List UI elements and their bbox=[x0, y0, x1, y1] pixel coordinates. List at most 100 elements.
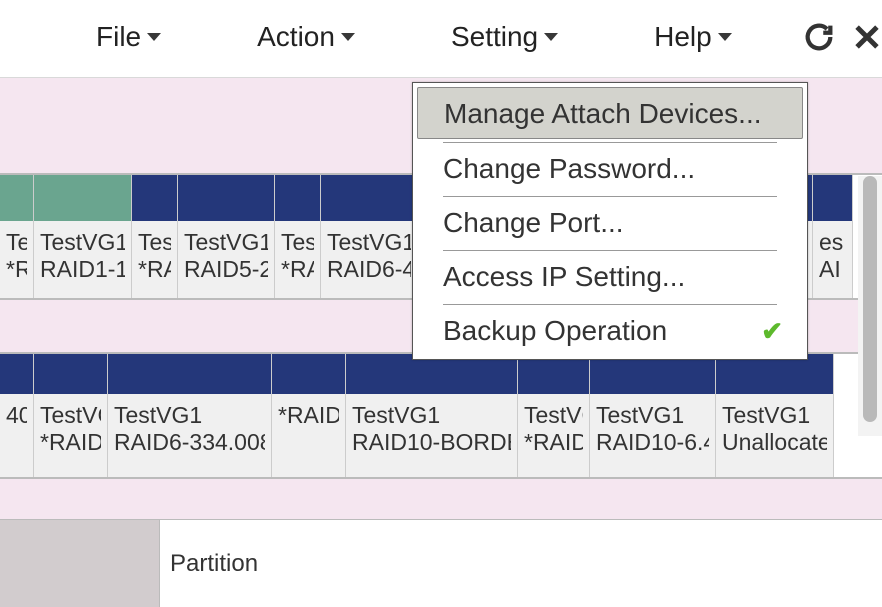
caret-down-icon bbox=[147, 33, 161, 41]
partition-header-label: Partition bbox=[160, 520, 882, 607]
volume-card[interactable]: Tes*RAI bbox=[132, 175, 178, 298]
volume-card-bar bbox=[590, 354, 715, 394]
dropdown-item[interactable]: Access IP Setting... bbox=[417, 251, 803, 301]
menu-file[interactable]: File bbox=[74, 21, 183, 53]
volume-card-bar bbox=[518, 354, 589, 394]
volume-card[interactable]: Tes*RAI bbox=[275, 175, 321, 298]
dropdown-item-label: Backup Operation bbox=[443, 315, 667, 347]
volume-card-labels: TestVG1RAID6-334.008 bbox=[108, 394, 271, 477]
volume-card-labels: TestVG*RAID bbox=[34, 394, 107, 477]
scrollbar-thumb[interactable] bbox=[863, 176, 877, 422]
volume-card[interactable]: TestVG1RAID1-10 bbox=[34, 175, 132, 298]
volume-card-subtitle: RAID5-2 bbox=[184, 256, 268, 283]
volume-card-labels: TestVG1RAID6-4 bbox=[321, 221, 417, 298]
volume-card[interactable]: TestVG1*RAID bbox=[518, 354, 590, 477]
volume-card[interactable]: TestVG1RAID10-6.44 bbox=[590, 354, 716, 477]
volume-card[interactable]: TestVG*RAID bbox=[34, 354, 108, 477]
dropdown-item-label: Change Port... bbox=[443, 207, 624, 239]
volume-card-bar bbox=[716, 354, 833, 394]
volume-card-title: TestVG1 bbox=[114, 402, 265, 429]
menu-setting-label: Setting bbox=[451, 21, 538, 53]
volume-card[interactable]: Test*RAI bbox=[0, 175, 34, 298]
volume-card[interactable]: esAI bbox=[813, 175, 853, 298]
volume-card-subtitle: RAID10-BORDER bbox=[352, 429, 511, 456]
volume-card-labels: TestVG1RAID10-6.44 bbox=[590, 394, 715, 477]
volume-card-labels: TestVG1Unallocate bbox=[716, 394, 833, 477]
menu-setting[interactable]: Setting bbox=[429, 21, 580, 53]
volume-card[interactable]: TestVG1RAID6-334.008 bbox=[108, 354, 272, 477]
toolbar-icons bbox=[802, 20, 882, 54]
dropdown-item[interactable]: Change Password... bbox=[417, 143, 803, 193]
volume-card-subtitle: 40.00 bbox=[6, 402, 27, 429]
volume-card-labels: Tes*RAI bbox=[132, 221, 177, 298]
volume-row-2: 40.00TestVG*RAIDTestVG1RAID6-334.008*RAI… bbox=[0, 352, 882, 479]
volume-card-bar bbox=[178, 175, 274, 221]
volume-card[interactable]: TestVG1RAID10-BORDER bbox=[346, 354, 518, 477]
volume-card-subtitle: RAID6-334.008 bbox=[114, 429, 265, 456]
volume-card-title: TestVG1 bbox=[327, 229, 411, 256]
volume-card-labels: TestVG1RAID5-2 bbox=[178, 221, 274, 298]
partition-table: Partition bbox=[0, 519, 882, 607]
volume-card-bar bbox=[346, 354, 517, 394]
dropdown-item-label: Change Password... bbox=[443, 153, 695, 185]
caret-down-icon bbox=[341, 33, 355, 41]
refresh-icon[interactable] bbox=[802, 20, 836, 54]
menubar: File Action Setting Help bbox=[0, 0, 882, 78]
dropdown-item[interactable]: Backup Operation ✔ bbox=[417, 305, 803, 355]
partition-header-left bbox=[0, 520, 160, 607]
volume-card-subtitle: *RAI bbox=[138, 256, 171, 283]
caret-down-icon bbox=[544, 33, 558, 41]
volume-card-bar bbox=[34, 175, 131, 221]
volume-card-labels: TestVG1*RAID bbox=[518, 394, 589, 477]
volume-card-title: Tes bbox=[138, 229, 171, 256]
volume-card-subtitle: RAID10-6.44 bbox=[596, 429, 709, 456]
volume-card-title: Tes bbox=[281, 229, 314, 256]
volume-card-title: TestVG1 bbox=[722, 402, 827, 429]
volume-card-bar bbox=[108, 354, 271, 394]
volume-card-labels: *RAID bbox=[272, 394, 345, 477]
dropdown-item-label: Access IP Setting... bbox=[443, 261, 685, 293]
volume-card[interactable]: TestVG1Unallocate bbox=[716, 354, 834, 477]
dropdown-item[interactable]: Change Port... bbox=[417, 197, 803, 247]
setting-dropdown: Manage Attach Devices... Change Password.… bbox=[412, 82, 808, 360]
volume-card-title: TestVG1 bbox=[352, 402, 511, 429]
dropdown-item[interactable]: Manage Attach Devices... bbox=[417, 87, 803, 139]
volume-card-bar bbox=[0, 175, 33, 221]
volume-card-bar bbox=[132, 175, 177, 221]
volume-card-labels: 40.00 bbox=[0, 394, 33, 477]
volume-card-bar bbox=[275, 175, 320, 221]
volume-card-labels: Test*RAI bbox=[0, 221, 33, 298]
volume-card[interactable]: *RAID bbox=[272, 354, 346, 477]
volume-card-labels: TestVG1RAID1-10 bbox=[34, 221, 131, 298]
volume-card[interactable]: 40.00 bbox=[0, 354, 34, 477]
volume-card-bar bbox=[321, 175, 417, 221]
menu-help[interactable]: Help bbox=[632, 21, 754, 53]
dropdown-item-label: Manage Attach Devices... bbox=[444, 98, 762, 130]
volume-card-subtitle: *RAI bbox=[281, 256, 314, 283]
volume-card-title: TestVG bbox=[40, 402, 101, 429]
volume-card[interactable]: TestVG1RAID5-2 bbox=[178, 175, 275, 298]
volume-card-title: es bbox=[819, 229, 846, 256]
volume-card-title: TestVG1 bbox=[40, 229, 125, 256]
volume-card-title: TestVG1 bbox=[524, 402, 583, 429]
volume-card-bar bbox=[813, 175, 852, 221]
menu-help-label: Help bbox=[654, 21, 712, 53]
volume-card-bar bbox=[0, 354, 33, 394]
volume-card-title: Test bbox=[6, 229, 27, 256]
menu-action[interactable]: Action bbox=[235, 21, 377, 53]
volume-card-title: TestVG1 bbox=[596, 402, 709, 429]
volume-card-subtitle: RAID1-10 bbox=[40, 256, 125, 283]
close-icon[interactable] bbox=[850, 20, 882, 54]
caret-down-icon bbox=[718, 33, 732, 41]
volume-card-labels: TestVG1RAID10-BORDER bbox=[346, 394, 517, 477]
menu-file-label: File bbox=[96, 21, 141, 53]
volume-card-subtitle: *RAID bbox=[278, 402, 339, 429]
volume-card[interactable]: TestVG1RAID6-4 bbox=[321, 175, 418, 298]
scrollbar[interactable] bbox=[858, 176, 882, 436]
volume-card-subtitle: AI bbox=[819, 256, 846, 283]
volume-card-subtitle: RAID6-4 bbox=[327, 256, 411, 283]
menu-action-label: Action bbox=[257, 21, 335, 53]
volume-card-bar bbox=[272, 354, 345, 394]
check-icon: ✔ bbox=[761, 316, 783, 347]
volume-card-subtitle: Unallocate bbox=[722, 429, 827, 456]
